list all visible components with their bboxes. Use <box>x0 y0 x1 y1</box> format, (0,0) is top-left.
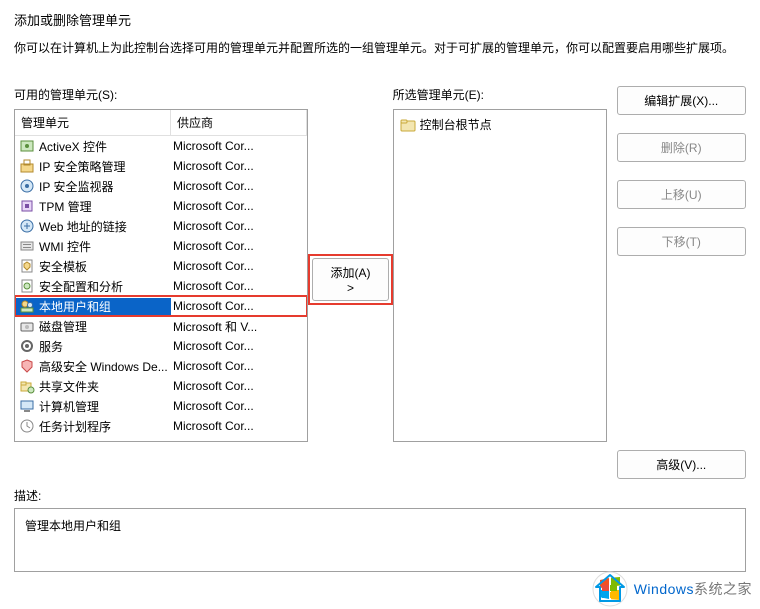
snapin-name: 共享文件夹 <box>39 378 99 395</box>
table-row[interactable]: 任务计划程序 Microsoft Cor... <box>15 416 307 436</box>
add-highlight: 添加(A) > <box>308 254 392 305</box>
wmi-icon <box>19 238 35 254</box>
watermark-site: 系统之家 <box>694 581 752 597</box>
table-row[interactable]: IP 安全策略管理 Microsoft Cor... <box>15 156 307 176</box>
add-button[interactable]: 添加(A) > <box>312 258 388 301</box>
table-row[interactable]: 磁盘管理 Microsoft 和 V... <box>15 316 307 336</box>
snapin-name: 高级安全 Windows De... <box>39 358 168 375</box>
snapin-name: 任务计划程序 <box>39 418 111 435</box>
selected-label: 所选管理单元(E): <box>393 86 607 103</box>
disk-icon <box>19 318 35 334</box>
snapin-name: IP 安全策略管理 <box>39 158 125 175</box>
available-list[interactable]: 管理单元 供应商 ActiveX 控件Microsoft Cor...IP 安全… <box>14 109 308 442</box>
snapin-vendor: Microsoft Cor... <box>171 399 307 413</box>
snapin-vendor: Microsoft Cor... <box>171 259 307 273</box>
snapin-name: 本地用户和组 <box>39 298 111 315</box>
snapin-vendor: Microsoft Cor... <box>171 339 307 353</box>
snapin-name: Web 地址的链接 <box>39 218 127 235</box>
snapin-name: 安全配置和分析 <box>39 278 123 295</box>
advanced-button[interactable]: 高级(V)... <box>617 450 746 479</box>
task-icon <box>19 418 35 434</box>
compmgmt-icon <box>19 398 35 414</box>
tpm-icon <box>19 198 35 214</box>
activex-icon <box>19 138 35 154</box>
col-header-name[interactable]: 管理单元 <box>15 110 171 135</box>
description-box: 管理本地用户和组 <box>14 508 746 572</box>
remove-button[interactable]: 删除(R) <box>617 133 746 162</box>
table-row[interactable]: WMI 控件 Microsoft Cor... <box>15 236 307 256</box>
snapin-vendor: Microsoft Cor... <box>171 139 307 153</box>
snapin-name: WMI 控件 <box>39 238 91 255</box>
snapin-vendor: Microsoft Cor... <box>171 179 307 193</box>
table-row[interactable]: 计算机管理 Microsoft Cor... <box>15 396 307 416</box>
snapin-name: 计算机管理 <box>39 398 99 415</box>
description-label: 描述: <box>14 487 746 504</box>
watermark: Windows系统之家 <box>592 571 752 607</box>
users-icon <box>19 298 35 314</box>
snapin-name: IP 安全监视器 <box>39 178 113 195</box>
table-row[interactable]: 安全模板 Microsoft Cor... <box>15 256 307 276</box>
edit-extensions-button[interactable]: 编辑扩展(X)... <box>617 86 746 115</box>
snapin-name: ActiveX 控件 <box>39 138 107 155</box>
svc-icon <box>19 338 35 354</box>
windows-logo-icon <box>592 571 628 607</box>
selected-tree[interactable]: 控制台根节点 <box>393 109 607 442</box>
snapin-vendor: Microsoft Cor... <box>171 279 307 293</box>
snapin-vendor: Microsoft Cor... <box>171 239 307 253</box>
ipmon-icon <box>19 178 35 194</box>
sectpl-icon <box>19 258 35 274</box>
snapin-vendor: Microsoft Cor... <box>171 359 307 373</box>
seccfg-icon <box>19 278 35 294</box>
table-row[interactable]: 高级安全 Windows De...Microsoft Cor... <box>15 356 307 376</box>
watermark-brand: Windows <box>634 581 694 597</box>
snapin-vendor: Microsoft Cor... <box>171 419 307 433</box>
tree-root[interactable]: 控制台根节点 <box>398 114 602 135</box>
table-row[interactable]: Web 地址的链接 Microsoft Cor... <box>15 216 307 236</box>
table-row[interactable]: 安全配置和分析 Microsoft Cor... <box>15 276 307 296</box>
link-icon <box>19 218 35 234</box>
movedown-button[interactable]: 下移(T) <box>617 227 746 256</box>
snapin-vendor: Microsoft Cor... <box>171 379 307 393</box>
share-icon <box>19 378 35 394</box>
tree-root-label: 控制台根节点 <box>420 116 492 133</box>
snapin-name: 服务 <box>39 338 63 355</box>
dialog-description: 你可以在计算机上为此控制台选择可用的管理单元并配置所选的一组管理单元。对于可扩展… <box>14 39 746 58</box>
table-row[interactable]: IP 安全监视器 Microsoft Cor... <box>15 176 307 196</box>
moveup-button[interactable]: 上移(U) <box>617 180 746 209</box>
snapin-vendor: Microsoft Cor... <box>171 299 307 313</box>
snapin-vendor: Microsoft Cor... <box>171 219 307 233</box>
col-header-vendor[interactable]: 供应商 <box>171 110 307 135</box>
wfas-icon <box>19 358 35 374</box>
dialog-title: 添加或删除管理单元 <box>14 10 746 29</box>
ipsec-icon <box>19 158 35 174</box>
snapin-vendor: Microsoft 和 V... <box>171 318 307 335</box>
available-label: 可用的管理单元(S): <box>14 86 308 103</box>
table-row[interactable]: ActiveX 控件 Microsoft Cor... <box>15 136 307 156</box>
table-row[interactable]: 共享文件夹 Microsoft Cor... <box>15 376 307 396</box>
snapin-name: 安全模板 <box>39 258 87 275</box>
table-row[interactable]: 服务 Microsoft Cor... <box>15 336 307 356</box>
snapin-vendor: Microsoft Cor... <box>171 159 307 173</box>
snapin-vendor: Microsoft Cor... <box>171 199 307 213</box>
table-row[interactable]: 本地用户和组 Microsoft Cor... <box>15 296 307 316</box>
folder-icon <box>400 117 416 133</box>
snapin-name: 磁盘管理 <box>39 318 87 335</box>
snapin-name: TPM 管理 <box>39 198 92 215</box>
table-row[interactable]: TPM 管理 Microsoft Cor... <box>15 196 307 216</box>
